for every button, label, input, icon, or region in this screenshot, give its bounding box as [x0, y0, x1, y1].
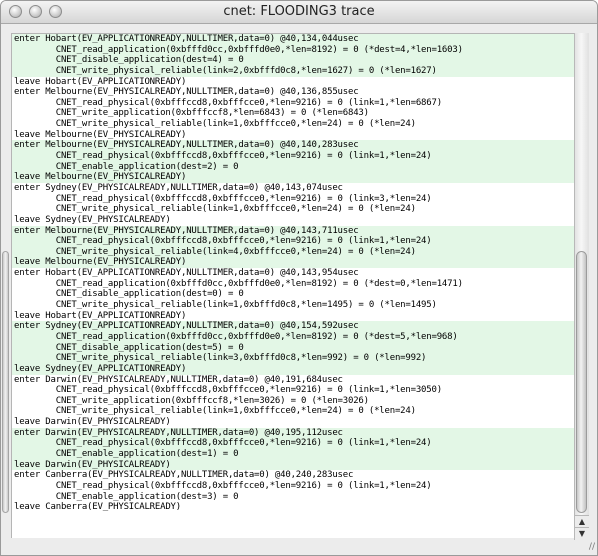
trace-line: CNET_read_application(0xbfffd0cc,0xbfffd…	[12, 44, 575, 56]
trace-line: CNET_write_physical_reliable(link=1,0xbf…	[14, 204, 416, 215]
trace-line: CNET_read_physical(0xbfffccd8,0xbfffcce0…	[12, 236, 575, 247]
trace-line: leave Darwin(EV_PHYSICALREADY)	[14, 417, 171, 428]
trace-line: enter Darwin(EV_PHYSICALREADY,NULLTIMER,…	[12, 427, 575, 439]
trace-line: CNET_write_application(0xbfffccf8,*len=3…	[14, 395, 369, 406]
trace-line: CNET_read_physical(0xbfffccd8,0xbfffcce0…	[12, 438, 575, 449]
trace-text-area[interactable]: enter Hobart(EV_APPLICATIONREADY,NULLTIM…	[11, 33, 576, 540]
trace-line: CNET_enable_application(dest=2) = 0	[12, 161, 575, 173]
trace-line: leave Melbourne(EV_PHYSICALREADY)	[12, 172, 575, 183]
trace-line: CNET_disable_application(dest=4) = 0	[12, 55, 575, 66]
trace-line: leave Darwin(EV_PHYSICALREADY)	[12, 459, 575, 471]
trace-line: CNET_read_physical(0xbfffccd8,0xbfffcce0…	[14, 480, 432, 491]
trace-line: enter Melbourne(EV_PHYSICALREADY,NULLTIM…	[12, 140, 575, 152]
trace-line: CNET_read_application(0xbfffd0cc,0xbfffd…	[14, 278, 463, 289]
trace-line: CNET_write_physical_reliable(link=1,0xbf…	[14, 119, 416, 130]
vertical-scrollbar[interactable]: ▲ ▼	[574, 33, 589, 540]
trace-line: enter Hobart(EV_APPLICATIONREADY,NULLTIM…	[14, 268, 359, 279]
trace-line: CNET_write_physical_reliable(link=3,0xbf…	[12, 353, 575, 364]
trace-line: leave Hobart(EV_APPLICATIONREADY)	[14, 310, 187, 321]
trace-line: CNET_write_physical_reliable(link=2,0xbf…	[12, 65, 575, 77]
left-scroll-track	[1, 33, 10, 540]
trace-line: leave Sydney(EV_PHYSICALREADY)	[14, 214, 171, 225]
trace-line: CNET_enable_application(dest=3) = 0	[14, 491, 239, 502]
resize-grip-icon[interactable]: //	[583, 541, 595, 553]
window-title: cnet: FLOODING3 trace	[223, 4, 375, 19]
trace-line: CNET_write_physical_reliable(link=4,0xbf…	[12, 246, 575, 258]
trace-line: leave Hobart(EV_APPLICATIONREADY)	[14, 76, 187, 87]
trace-line: leave Canberra(EV_PHYSICALREADY)	[14, 502, 181, 513]
trace-line: CNET_disable_application(dest=5) = 0	[12, 342, 575, 354]
trace-line: enter Sydney(EV_APPLICATIONREADY,NULLTIM…	[12, 321, 575, 332]
trace-line: enter Melbourne(EV_PHYSICALREADY,NULLTIM…	[12, 225, 575, 237]
trace-line: CNET_read_physical(0xbfffccd8,0xbfffcce0…	[14, 97, 442, 108]
trace-window: cnet: FLOODING3 trace enter Hobart(EV_AP…	[0, 0, 598, 556]
trace-line: enter Melbourne(EV_PHYSICALREADY,NULLTIM…	[14, 87, 359, 98]
trace-line: CNET_write_physical_reliable(link=1,0xbf…	[14, 406, 416, 417]
scroll-down-arrow-icon[interactable]: ▼	[575, 527, 589, 540]
scroll-thumb[interactable]	[576, 251, 587, 513]
trace-line: CNET_write_physical_reliable(link=1,0xbf…	[14, 300, 437, 311]
trace-line: CNET_read_application(0xbfffd0cc,0xbfffd…	[12, 331, 575, 343]
trace-line: CNET_write_application(0xbfffccf8,*len=6…	[14, 108, 369, 119]
trace-line: enter Sydney(EV_PHYSICALREADY,NULLTIMER,…	[14, 182, 343, 193]
bottom-strip	[11, 538, 574, 548]
trace-line: leave Sydney(EV_APPLICATIONREADY)	[12, 363, 575, 375]
trace-line: enter Hobart(EV_APPLICATIONREADY,NULLTIM…	[12, 34, 575, 45]
trace-line: leave Melbourne(EV_PHYSICALREADY)	[12, 257, 575, 269]
trace-line: enter Darwin(EV_PHYSICALREADY,NULLTIMER,…	[14, 374, 343, 385]
trace-line: CNET_disable_application(dest=0) = 0	[14, 289, 244, 300]
trace-line: CNET_enable_application(dest=1) = 0	[12, 448, 575, 460]
trace-line: leave Melbourne(EV_PHYSICALREADY)	[14, 129, 187, 140]
left-scroll-thumb[interactable]	[2, 251, 9, 513]
trace-line: enter Canberra(EV_PHYSICALREADY,NULLTIME…	[14, 470, 354, 481]
trace-line: CNET_read_physical(0xbfffccd8,0xbfffcce0…	[12, 151, 575, 162]
title-bar[interactable]: cnet: FLOODING3 trace	[1, 1, 597, 24]
trace-line: CNET_read_physical(0xbfffccd8,0xbfffcce0…	[14, 193, 432, 204]
trace-line: CNET_read_physical(0xbfffccd8,0xbfffcce0…	[14, 385, 442, 396]
